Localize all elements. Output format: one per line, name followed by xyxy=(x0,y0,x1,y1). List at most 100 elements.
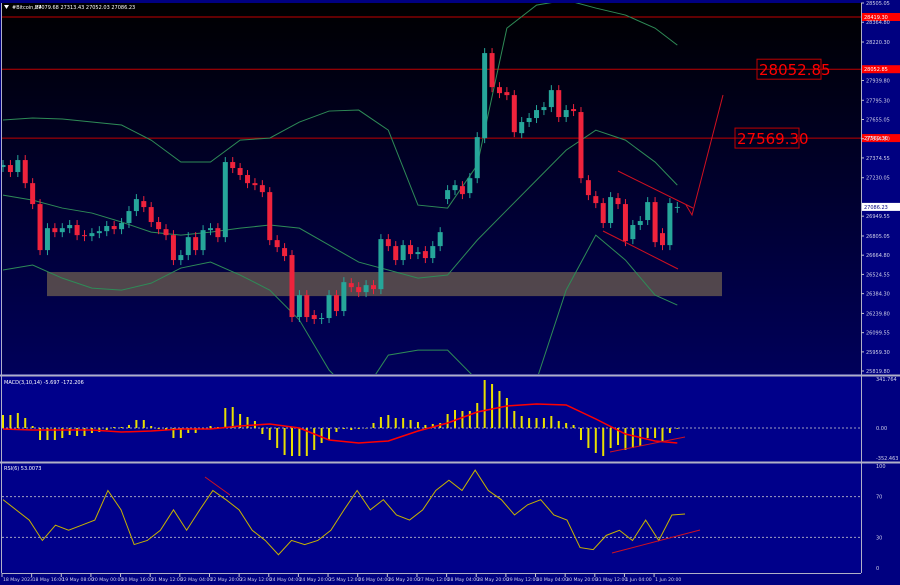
bearish-candle xyxy=(267,192,273,241)
bullish-candle xyxy=(637,221,643,226)
time-axis-label: 23 May 12:00 xyxy=(240,577,272,583)
macd-histogram-bar xyxy=(320,428,323,443)
macd-histogram-bar xyxy=(127,425,130,428)
bearish-candle xyxy=(348,283,354,288)
price-axis-label: 25959.30 xyxy=(866,350,890,356)
macd-histogram-bar xyxy=(483,380,486,428)
bearish-candle xyxy=(385,239,391,247)
macd-histogram-bar xyxy=(9,415,12,428)
time-axis-label: 18 May 2023 xyxy=(3,577,33,583)
level-label: 28052.85 xyxy=(759,61,831,79)
macd-histogram-bar xyxy=(372,423,375,428)
macd-histogram-bar xyxy=(424,425,427,428)
macd-histogram-bar xyxy=(113,427,116,428)
bearish-candle xyxy=(30,183,36,205)
bearish-candle xyxy=(37,204,43,251)
bullish-candle xyxy=(437,232,443,247)
macd-histogram-bar xyxy=(557,421,560,428)
time-axis-label: 19 May 08:00 xyxy=(62,577,94,583)
bullish-candle xyxy=(378,239,384,290)
macd-histogram-bar xyxy=(342,428,345,429)
bullish-candle xyxy=(667,203,673,246)
bullish-candle xyxy=(44,228,50,251)
bearish-candle xyxy=(393,246,399,261)
macd-histogram-bar xyxy=(594,428,597,453)
macd-histogram-bar xyxy=(231,407,234,428)
price-axis-label: 27655.05 xyxy=(866,117,890,123)
rsi-panel[interactable] xyxy=(2,464,861,572)
macd-histogram-bar xyxy=(535,418,538,428)
price-axis-label: 28220.30 xyxy=(866,40,890,46)
time-axis-label: 26 May 20:00 xyxy=(388,577,420,583)
macd-histogram-bar xyxy=(416,422,419,428)
macd-histogram-bar xyxy=(246,417,249,428)
time-axis-label: 25 May 12:00 xyxy=(329,577,361,583)
bullish-candle xyxy=(415,252,421,255)
time-axis-label: 18 May 16:00 xyxy=(33,577,65,583)
bullish-candle xyxy=(341,282,347,312)
macd-histogram-bar xyxy=(446,414,449,428)
bullish-candle xyxy=(96,231,102,234)
bearish-candle xyxy=(652,202,658,243)
time-axis-label: 27 May 12:00 xyxy=(418,577,450,583)
bearish-candle xyxy=(556,90,562,118)
bullish-candle xyxy=(222,162,228,238)
bearish-candle xyxy=(615,198,621,205)
price-axis-label: 26524.55 xyxy=(866,272,890,278)
time-axis-label: 22 May 04:00 xyxy=(181,577,213,583)
time-axis-label: 28 May 04:00 xyxy=(448,577,480,583)
macd-histogram-bar xyxy=(654,428,657,438)
macd-histogram-bar xyxy=(290,428,293,456)
bullish-candle xyxy=(89,233,95,237)
macd-histogram-bar xyxy=(454,410,457,428)
bearish-candle xyxy=(571,109,577,112)
rsi-axis-label: 30 xyxy=(876,535,882,541)
macd-histogram-bar xyxy=(668,428,671,433)
price-panel[interactable] xyxy=(2,3,861,374)
bearish-candle xyxy=(163,229,169,236)
bearish-candle xyxy=(170,235,176,261)
time-axis-label: 21 May 12:00 xyxy=(151,577,183,583)
bullish-candle xyxy=(126,211,132,224)
macd-histogram-bar xyxy=(409,420,412,428)
macd-histogram-bar xyxy=(461,411,464,428)
bullish-candle xyxy=(541,107,547,111)
macd-histogram-bar xyxy=(579,428,582,440)
macd-panel[interactable] xyxy=(2,377,861,461)
bearish-candle xyxy=(622,204,628,242)
macd-histogram-bar xyxy=(357,428,360,429)
price-axis-label: 27514.80 xyxy=(866,137,890,143)
macd-axis-label: 0.00 xyxy=(876,426,887,432)
trading-chart[interactable]: 28052.8527569.30 28419.3028052.8527569.3… xyxy=(0,0,900,585)
macd-histogram-bar xyxy=(83,428,86,436)
macd-histogram-bar xyxy=(520,416,523,428)
bearish-candle xyxy=(156,222,162,230)
time-axis-label: 29 May 12:00 xyxy=(507,577,539,583)
macd-histogram-bar xyxy=(379,417,382,428)
bearish-candle xyxy=(496,87,502,94)
bullish-candle xyxy=(67,225,73,229)
bearish-candle xyxy=(82,235,88,237)
time-axis-label: 24 May 04:00 xyxy=(270,577,302,583)
bearish-candle xyxy=(237,168,243,176)
bearish-candle xyxy=(289,255,295,318)
price-axis-label: 26099.55 xyxy=(866,331,890,337)
current-price-value: 27086.23 xyxy=(864,205,888,211)
macd-axis-label: 341.764 xyxy=(876,377,897,383)
price-axis-label: 26239.80 xyxy=(866,311,890,317)
price-axis-label: 28505.05 xyxy=(866,1,890,7)
macd-histogram-bar xyxy=(313,428,316,450)
bearish-candle xyxy=(52,228,58,233)
bearish-candle xyxy=(230,162,236,169)
bullish-candle xyxy=(526,118,532,123)
bearish-candle xyxy=(585,180,591,196)
price-axis-label: 26805.05 xyxy=(866,234,890,240)
macd-histogram-bar xyxy=(602,428,605,456)
price-axis-label: 26664.80 xyxy=(866,253,890,259)
macd-histogram-bar xyxy=(646,428,649,438)
macd-histogram-bar xyxy=(542,418,545,428)
bullish-candle xyxy=(104,226,110,232)
bearish-candle xyxy=(259,185,265,193)
time-axis-label: 30 May 04:00 xyxy=(537,577,569,583)
macd-histogram-bar xyxy=(283,428,286,455)
